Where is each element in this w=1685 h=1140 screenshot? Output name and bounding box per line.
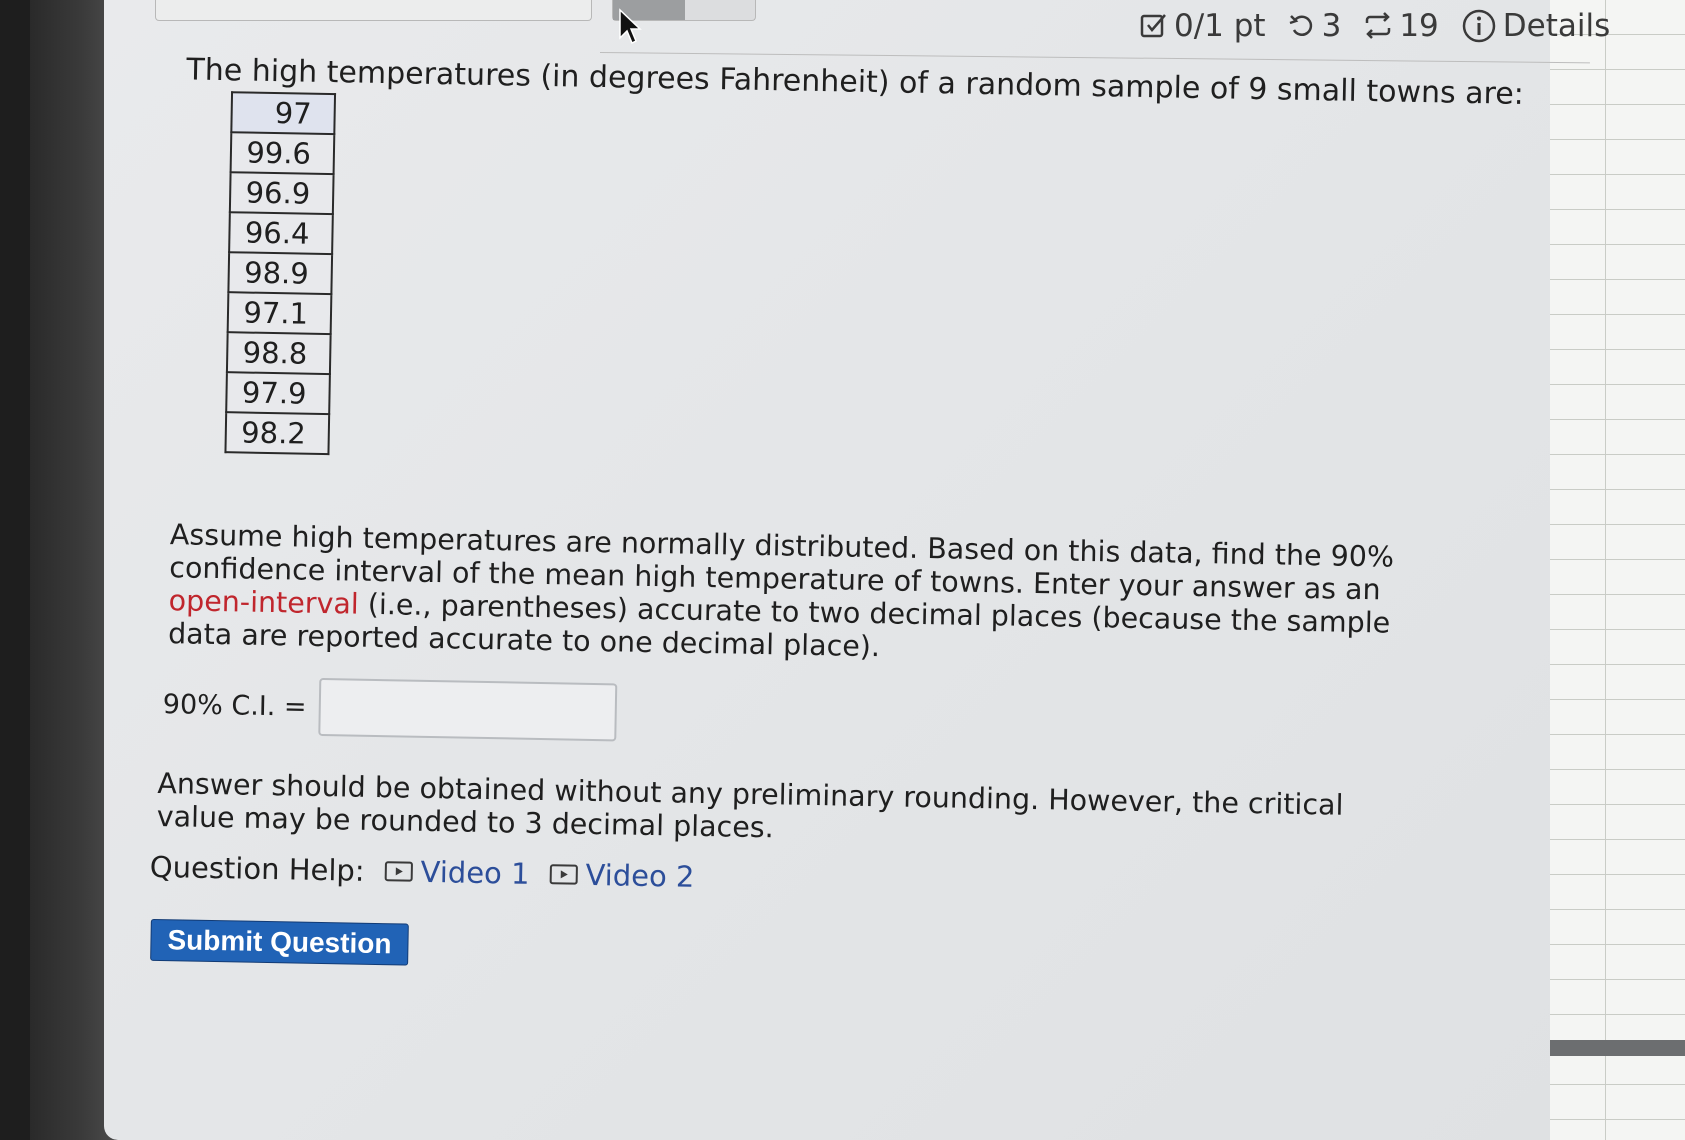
video-play-icon xyxy=(384,861,413,882)
undo-icon xyxy=(1289,15,1312,36)
score-text: 0/1 pt xyxy=(1174,8,1266,44)
ci-label: 90% C.I. = xyxy=(162,688,307,723)
spreadsheet-column-line xyxy=(1605,0,1606,1140)
table-row: 96.4 xyxy=(229,212,333,255)
video-2-link[interactable]: Video 2 xyxy=(549,857,695,894)
table-row: 98.9 xyxy=(228,252,333,295)
details-label[interactable]: Details xyxy=(1503,8,1610,44)
temperature-cell: 97.9 xyxy=(226,372,330,415)
spreadsheet-band xyxy=(1550,1040,1685,1056)
table-row: 97 xyxy=(231,92,336,135)
attempts-indicator: 19 xyxy=(1363,8,1439,44)
monitor-bezel xyxy=(30,0,115,1140)
table-row: 97.9 xyxy=(226,372,330,415)
temperature-cell: 97.1 xyxy=(227,292,332,335)
submit-question-button[interactable]: Submit Question xyxy=(150,918,409,966)
retries-count: 3 xyxy=(1321,8,1342,44)
temperature-cell: 98.2 xyxy=(225,412,330,455)
temperature-cell: 98.9 xyxy=(228,252,333,295)
repeat-icon xyxy=(1366,12,1391,39)
temperature-cell: 99.6 xyxy=(230,132,335,175)
help-label: Question Help: xyxy=(149,849,365,888)
table-row: 97.1 xyxy=(227,292,332,335)
checkbox-icon xyxy=(1140,14,1166,38)
video-1-link[interactable]: Video 1 xyxy=(384,854,530,891)
score-indicator: 0/1 pt xyxy=(1140,8,1266,44)
table-row: 96.9 xyxy=(229,172,334,215)
video-1-label[interactable]: Video 1 xyxy=(420,855,530,891)
temperature-table: 97 99.6 96.9 96.4 98.9 97.1 98.8 97.9 98.2 xyxy=(224,91,336,455)
question-status-bar: 0/1 pt 3 19 Details xyxy=(1140,0,1624,52)
question-instructions: Assume high temperatures are normally di… xyxy=(168,518,1400,673)
details-button[interactable]: Details xyxy=(1461,8,1610,44)
video-2-label[interactable]: Video 2 xyxy=(585,858,695,894)
retries-indicator: 3 xyxy=(1288,8,1342,44)
background-spreadsheet xyxy=(1550,0,1685,1140)
table-row: 98.2 xyxy=(225,412,330,455)
temperature-cell: 96.4 xyxy=(229,212,333,255)
table-row: 99.6 xyxy=(230,132,335,175)
video-play-icon xyxy=(549,864,578,885)
info-icon xyxy=(1462,9,1496,43)
attempts-count: 19 xyxy=(1399,8,1439,44)
table-row: 98.8 xyxy=(226,332,331,375)
ci-answer-input[interactable] xyxy=(318,677,618,742)
top-panel-left xyxy=(155,0,592,21)
temperature-cell: 98.8 xyxy=(226,332,331,375)
open-interval-link[interactable]: open-interval xyxy=(168,584,359,620)
temperature-cell: 96.9 xyxy=(229,172,334,215)
ci-answer-row: 90% C.I. = xyxy=(162,675,618,742)
temperature-cell: 97 xyxy=(231,92,336,135)
mouse-cursor-icon xyxy=(619,8,642,45)
